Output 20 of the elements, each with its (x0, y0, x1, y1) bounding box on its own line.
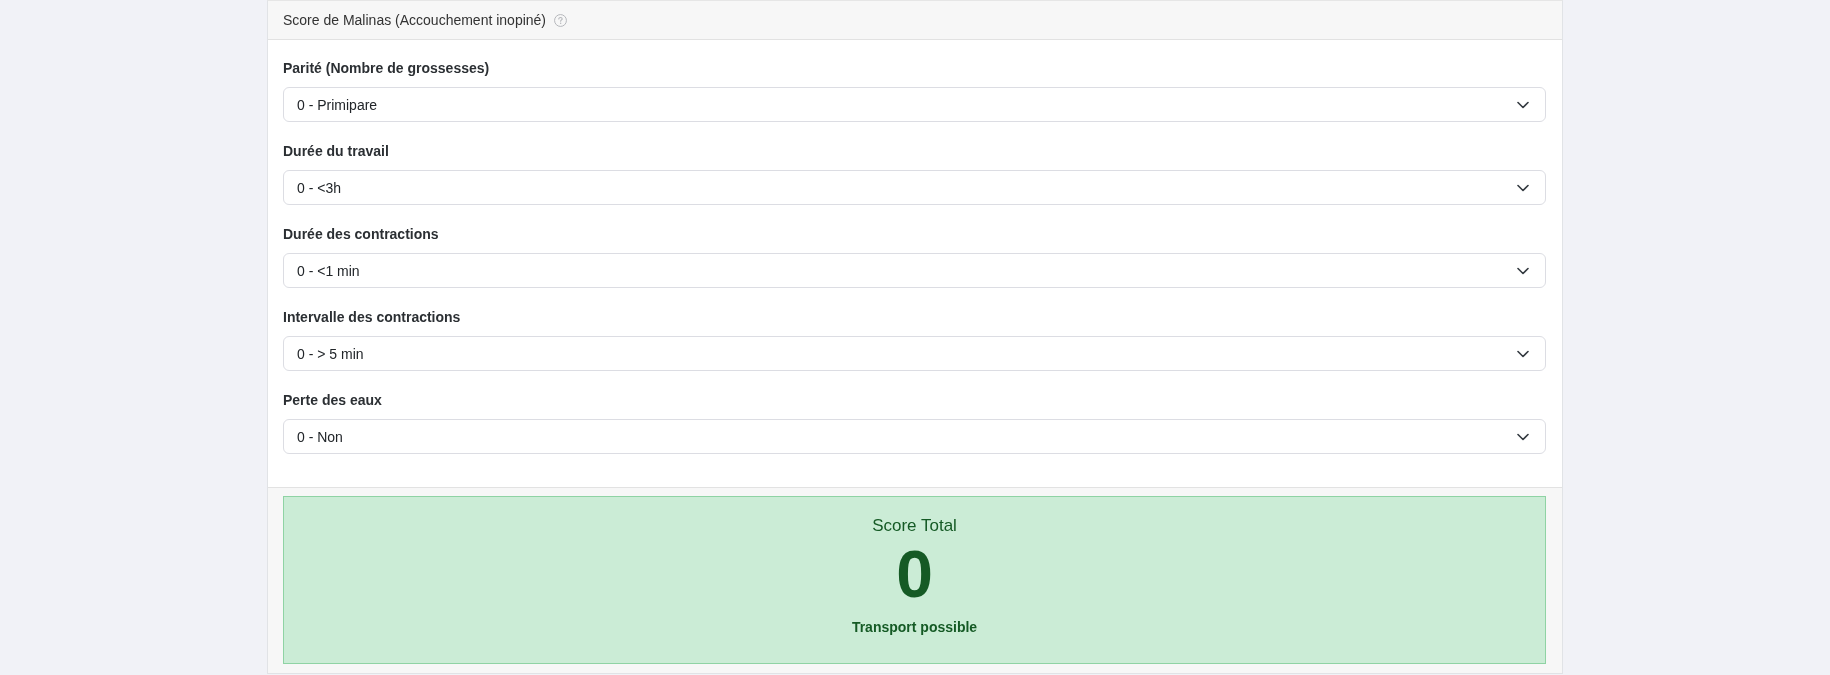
chevron-down-icon (1517, 349, 1529, 358)
field-label: Durée du travail (283, 142, 389, 161)
select-field[interactable]: 0 - Non (283, 419, 1546, 454)
select-field[interactable]: 0 - > 5 min (283, 336, 1546, 371)
field-label: Durée des contractions (283, 225, 439, 244)
help-icon[interactable] (554, 13, 568, 27)
select-field[interactable]: 0 - <1 min (283, 253, 1546, 288)
chevron-down-icon (1517, 100, 1529, 109)
result-title: Score Total (872, 515, 957, 537)
score-value: 0 (896, 541, 933, 607)
result-verdict: Transport possible (851, 618, 978, 636)
chevron-down-icon (1517, 266, 1529, 275)
field-label: Parité (Nombre de grossesses) (283, 59, 490, 78)
chevron-down-icon (1517, 183, 1529, 192)
chevron-down-icon (1517, 432, 1529, 441)
select-field[interactable]: 0 - <3h (283, 170, 1546, 205)
select-field[interactable]: 0 - Primipare (283, 87, 1546, 122)
card-title: Score de Malinas (Accouchement inopiné) (283, 12, 547, 28)
field-label: Intervalle des contractions (283, 308, 461, 327)
field-label: Perte des eaux (283, 391, 382, 410)
